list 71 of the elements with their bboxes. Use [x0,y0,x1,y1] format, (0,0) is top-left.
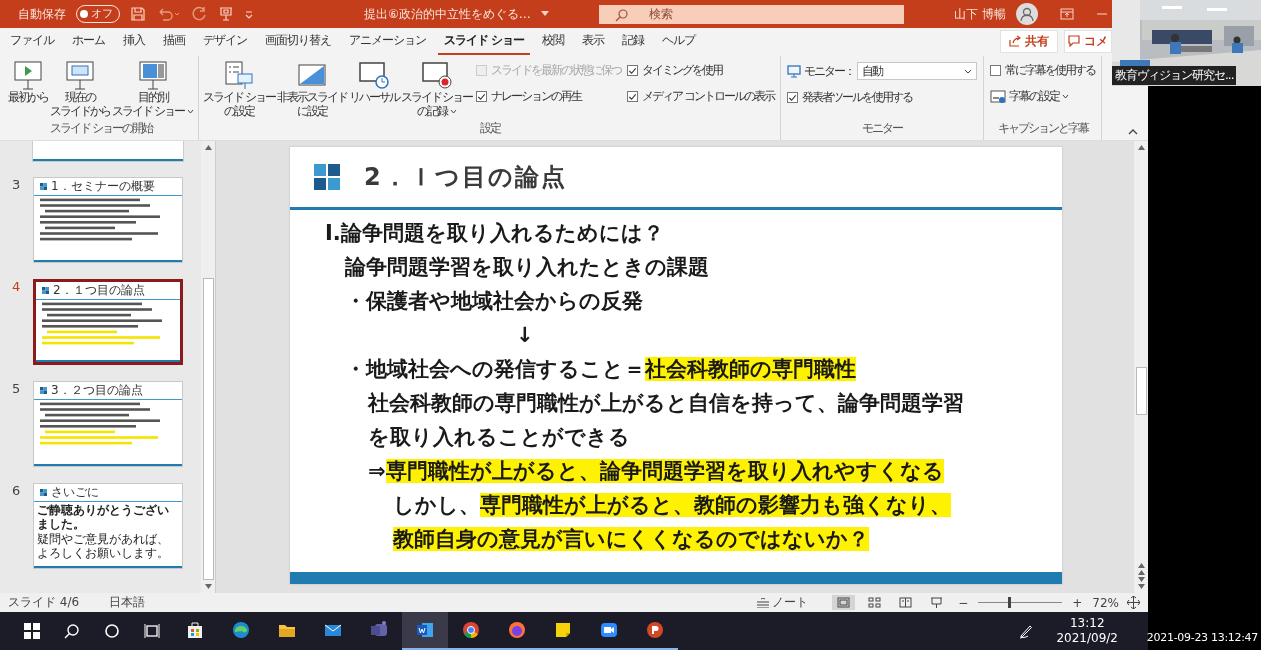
checkbox-option[interactable]: メディア コントロールの表示 [624,86,778,107]
ribbon-button[interactable]: スライド ショー の記録 [399,60,474,118]
slide-text: ↓ [515,322,535,349]
comment-button[interactable]: コメ [1064,29,1112,53]
slide-number: 6 [11,483,22,498]
slide-thumbnail[interactable]: さいごに ご静聴ありがとうございました。 疑問やご意見があれば、よろしくお願いします。 [33,483,183,569]
slide-indicator: スライド 4/6 [8,594,80,611]
ribbon-tab[interactable]: アニメーション [343,27,432,55]
slide-text: 教師自身の意見が言いにくくなるのではないか？ [391,526,870,553]
zoom-reading[interactable]: 72% [1092,595,1119,610]
ribbon-tab[interactable]: 描画 [157,27,191,55]
group-label: スライド ショーの開始 [49,120,154,137]
zoom-out-button[interactable]: − [956,595,971,610]
field-label: モニター： [804,62,855,80]
slide-number: 3 [11,177,22,192]
clock-date[interactable]: 2021/09/2 [1056,631,1118,646]
slide-text: を取り入れることができる [367,424,631,451]
checkbox-option[interactable]: タイミングを使用 [624,60,778,81]
user-name[interactable]: 山下 博暢 [953,5,1006,23]
timestamp: 2021-09-23 13:12:47 [1146,631,1258,644]
zoom-in-button[interactable]: + [1070,595,1085,610]
group-label: キャプションと字幕 [996,120,1090,137]
clock-time[interactable]: 13:12 [1069,616,1105,631]
ribbon-button[interactable]: 現在の スライドから [49,60,111,118]
group-label: 設定 [478,120,502,137]
slide-text: 論争問題学習を取り入れたときの課題 [343,254,710,281]
thumbnail-text: 疑問やご意見があれば、よろしくお願いします。 [37,532,170,560]
ribbon-button[interactable]: 字幕の設定 [987,86,1099,107]
ribbon-tab[interactable]: 挿入 [117,27,151,55]
search-field[interactable]: 検索 [598,4,904,24]
ribbon-button[interactable]: 最初から [7,60,49,104]
slide-number: 4 [11,279,22,294]
slide-thumbnail[interactable]: 1．セミナーの概要 [33,177,183,263]
ribbon-tab[interactable]: デザイン [197,27,253,55]
checkbox-option[interactable]: ナレーションの再生 [473,86,625,107]
thumbnail-title: 3．２つ目の論点 [51,384,143,397]
ribbon-button[interactable]: リハーサル [347,60,400,104]
ribbon-tab[interactable]: ホーム [66,27,111,55]
ribbon-button[interactable]: 非表示スライド に設定 [275,60,348,118]
notes-button[interactable]: ノート [751,593,815,612]
ribbon-tab[interactable]: 校閲 [536,27,571,55]
ribbon-tab[interactable]: 表示 [576,27,611,55]
thumbnail-text: ご静聴ありがとうございました。 [37,503,170,531]
thumbnail-title: さいごに [51,486,99,499]
slide-text: ・保護者や地域社会からの反発 [344,288,644,315]
checkbox-option[interactable]: 常に字幕を使用する [987,60,1099,81]
slide-number: 5 [11,381,22,396]
slide-text: ⇒専門職性が上がると、論争問題学習を取り入れやすくなる [367,458,945,485]
group-label: モニター [861,120,904,137]
ribbon-tab[interactable]: 記録 [616,27,651,55]
document-title[interactable]: 提出⑥政治的中立性をめぐる… [364,5,531,23]
slide-thumbnail[interactable]: 2．１つ目の論点 [33,279,183,365]
ribbon-tab[interactable]: 画面切り替え [259,27,337,55]
slide-thumbnail[interactable]: 3．２つ目の論点 [33,381,183,467]
slide-text: ・地域社会への発信すること＝社会科教師の専門職性 [344,356,857,383]
ribbon-tab[interactable]: ファイル [4,27,60,55]
thumbnail-title: 1．セミナーの概要 [51,180,155,193]
slide-text: Ⅰ.論争問題を取り入れるためには？ [324,220,665,247]
ribbon-button[interactable]: スライド ショー の設定 [201,60,276,118]
share-button[interactable]: 共有 [1000,29,1058,53]
ribbon-tab[interactable]: ヘルプ [656,27,702,55]
language-indicator[interactable]: 日本語 [109,594,146,611]
slide-text: 社会科教師の専門職性が上がると自信を持って、論争問題学習 [366,390,965,417]
checkbox-option[interactable]: 発表者ツールを使用する [784,87,981,108]
dropdown-field[interactable]: 自動 [857,62,978,80]
ribbon-button[interactable]: 目的別 スライド ショー [111,60,195,118]
autosave-label: 自動保存 [18,5,66,23]
participant-name: 教育ヴィジョン研究セ... [1112,66,1237,85]
ribbon-tab[interactable]: スライド ショー [438,27,531,55]
thumbnail-title: 2．１つ目の論点 [53,284,145,297]
slide-title: 2．Ｉつ目の論点 [364,162,567,193]
